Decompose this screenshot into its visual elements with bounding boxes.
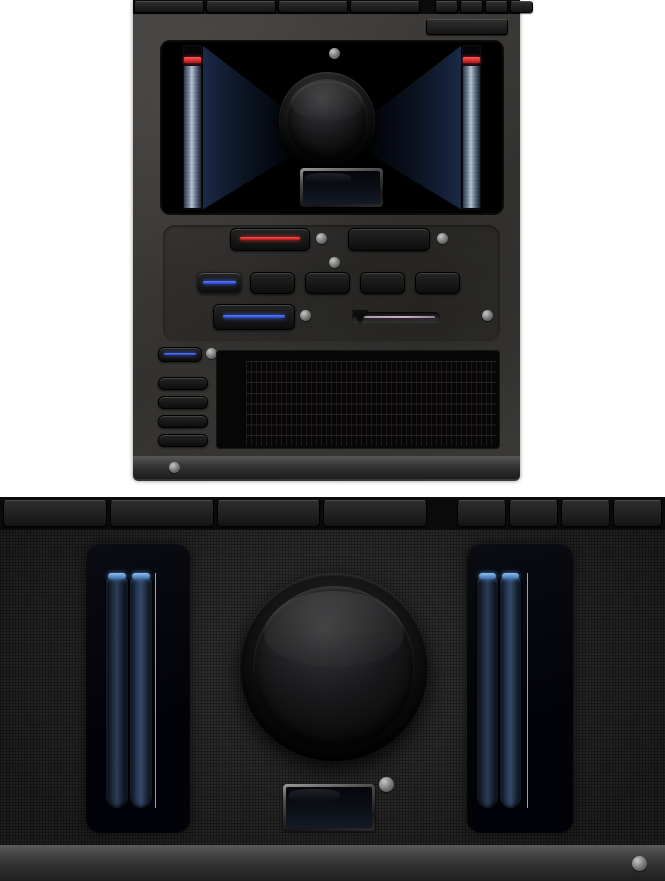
eq-deaccent-button[interactable] bbox=[158, 434, 208, 447]
meter-column bbox=[463, 66, 480, 208]
eq-accent-button[interactable] bbox=[158, 415, 208, 428]
selected-bar bbox=[203, 281, 237, 284]
redo-arrow-icon[interactable] bbox=[430, 500, 454, 527]
info-icon[interactable] bbox=[169, 462, 180, 473]
paste-button[interactable] bbox=[110, 500, 214, 527]
redo-arrow-icon[interactable] bbox=[422, 1, 433, 13]
power-plugin bbox=[0, 497, 665, 881]
preset-slot-b[interactable] bbox=[509, 500, 558, 527]
mix-type-c-button[interactable] bbox=[305, 272, 350, 294]
level-meter-left bbox=[183, 45, 202, 210]
auto-max-button[interactable] bbox=[213, 304, 295, 330]
left-in-meter bbox=[106, 573, 128, 808]
peak-marker bbox=[108, 573, 126, 579]
power-value-display bbox=[283, 784, 375, 831]
eq-init-button[interactable] bbox=[158, 377, 208, 390]
info-icon[interactable] bbox=[379, 777, 394, 792]
preset-slot-a[interactable] bbox=[457, 500, 506, 527]
toolbar bbox=[133, 0, 520, 14]
left-meter-panel bbox=[86, 543, 190, 833]
meter-scale-left bbox=[163, 42, 180, 213]
info-icon[interactable] bbox=[632, 856, 647, 871]
info-icon[interactable] bbox=[482, 310, 493, 321]
mix-type-a-button[interactable] bbox=[197, 272, 242, 294]
toolbar bbox=[0, 497, 665, 530]
controls-panel bbox=[163, 225, 500, 342]
info-icon[interactable] bbox=[329, 257, 340, 268]
right-out-meter bbox=[500, 573, 521, 808]
left-meter-scale bbox=[155, 573, 192, 808]
info-icon[interactable] bbox=[329, 48, 340, 59]
eq-grid bbox=[246, 361, 496, 446]
monster-mix-footer bbox=[133, 456, 520, 479]
right-meter-scale bbox=[527, 573, 564, 808]
undo-button[interactable] bbox=[278, 1, 348, 13]
monster-mix-plugin bbox=[133, 0, 520, 481]
page bbox=[0, 0, 665, 881]
eq-curve[interactable] bbox=[246, 361, 496, 446]
info-icon[interactable] bbox=[437, 233, 448, 244]
redo-button[interactable] bbox=[350, 1, 420, 13]
selected-bar bbox=[164, 353, 197, 356]
eq-frequency-labels bbox=[246, 351, 496, 360]
selected-bar bbox=[223, 315, 285, 318]
right-in-meter bbox=[477, 573, 498, 808]
preset-slot-c[interactable] bbox=[561, 500, 610, 527]
monster-display-screen bbox=[162, 42, 502, 213]
preset-slot-d[interactable] bbox=[510, 1, 533, 13]
boost-slider-thumb[interactable] bbox=[352, 310, 368, 323]
eq-graph[interactable] bbox=[216, 350, 500, 449]
mix-type-e-button[interactable] bbox=[415, 272, 460, 294]
monster-amount-knob[interactable] bbox=[279, 72, 375, 168]
level-meter-right bbox=[462, 45, 481, 210]
knob-face bbox=[286, 79, 369, 162]
preset-slot-c[interactable] bbox=[485, 1, 508, 13]
undo-button[interactable] bbox=[217, 500, 321, 527]
mix-types-header bbox=[163, 257, 500, 268]
eq-db-labels bbox=[216, 350, 244, 449]
left-out-meter bbox=[130, 573, 152, 808]
right-meter-panel bbox=[467, 543, 573, 833]
peak-marker bbox=[502, 573, 519, 579]
boost-slider[interactable] bbox=[352, 312, 440, 322]
boost-slider-line bbox=[357, 316, 435, 319]
manual-button[interactable] bbox=[426, 19, 508, 35]
mix-type-d-button[interactable] bbox=[360, 272, 405, 294]
clean-button[interactable] bbox=[348, 228, 430, 251]
scanning-button[interactable] bbox=[230, 228, 310, 251]
copy-button[interactable] bbox=[3, 500, 107, 527]
monster-amount-title bbox=[162, 48, 502, 59]
meter-column bbox=[184, 66, 201, 208]
power-knob[interactable] bbox=[240, 573, 428, 761]
redo-button[interactable] bbox=[323, 500, 427, 527]
preset-slot-b[interactable] bbox=[460, 1, 483, 13]
final-eq-button[interactable] bbox=[158, 347, 202, 362]
mix-type-b-button[interactable] bbox=[250, 272, 295, 294]
preset-slot-d[interactable] bbox=[613, 500, 662, 527]
peak-marker bbox=[132, 573, 150, 579]
copy-button[interactable] bbox=[134, 1, 204, 13]
info-icon[interactable] bbox=[316, 233, 327, 244]
paste-button[interactable] bbox=[206, 1, 276, 13]
preset-slot-a[interactable] bbox=[435, 1, 458, 13]
plugin-name bbox=[161, 462, 180, 473]
info-icon[interactable] bbox=[300, 310, 311, 321]
meter-scale-right bbox=[484, 42, 501, 213]
power-footer bbox=[0, 845, 665, 881]
peak-marker bbox=[479, 573, 496, 579]
eq-flat-button[interactable] bbox=[158, 396, 208, 409]
scanning-active-bar bbox=[240, 237, 301, 240]
knob-face bbox=[253, 586, 415, 748]
monster-value-display bbox=[300, 168, 383, 207]
